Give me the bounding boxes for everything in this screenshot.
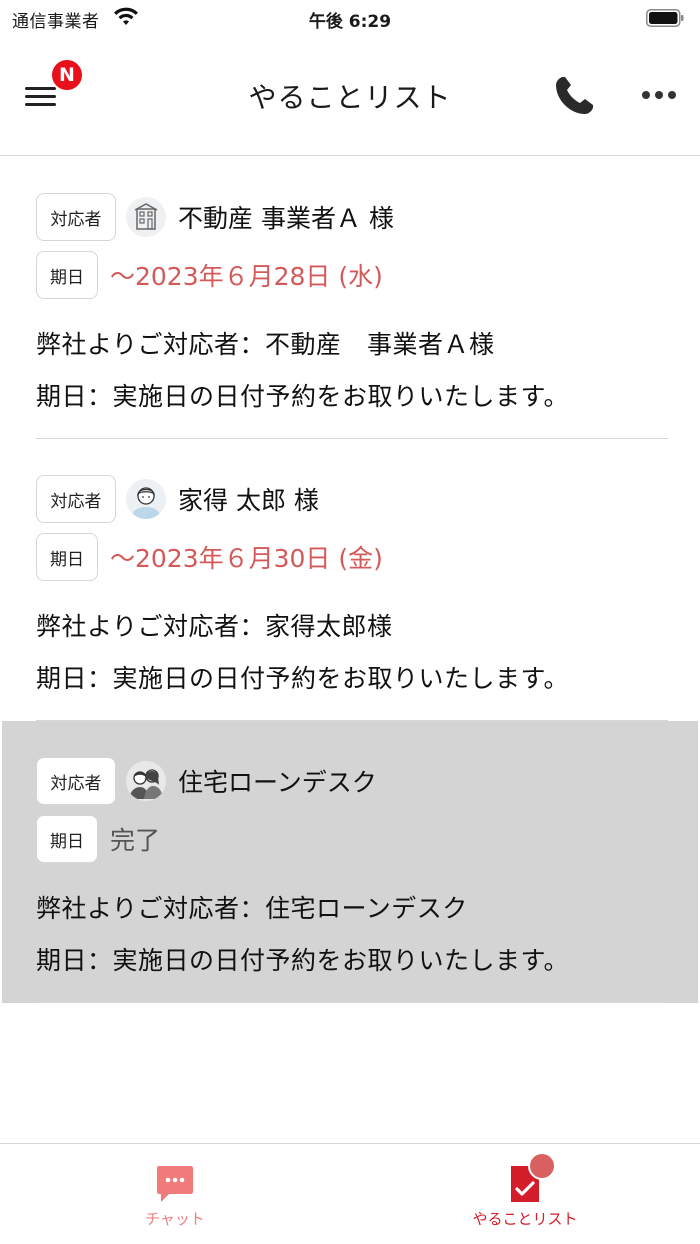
- more-icon: [642, 91, 650, 99]
- status-time: 午後 6:29: [308, 12, 392, 32]
- assignee-name: 不動産 事業者Ａ 様: [178, 204, 394, 233]
- status-bar: 通信事業者 午後 6:29: [0, 0, 700, 36]
- building-icon: [126, 197, 166, 237]
- couple-icon: [126, 761, 166, 801]
- todo-item[interactable]: 対応者 家得 太郎 様 期日 ～2023年６月30日 (金) 弊社よりご対応者：…: [0, 439, 700, 721]
- description-line: 弊社よりご対応者：家得太郎様: [36, 612, 393, 641]
- assignee-name: 家得 太郎 様: [178, 486, 319, 515]
- divider: [36, 1002, 666, 1003]
- assignee-row: 対応者 住宅ローンデスク: [36, 757, 377, 805]
- more-options-button[interactable]: [636, 84, 682, 106]
- tab-bar: チャット やることリスト: [0, 1143, 700, 1244]
- todo-item[interactable]: 対応者 不動産 事業者Ａ 様 期日 ～2023年６月28日 (水) 弊社よりご対…: [0, 157, 700, 439]
- assignee-tag: 対応者: [36, 757, 116, 805]
- todo-list: 対応者 不動産 事業者Ａ 様 期日 ～2023年６月28日 (水) 弊社よりご対…: [0, 157, 700, 1003]
- due-tag: 期日: [36, 533, 98, 581]
- todo-item-completed[interactable]: 対応者 住宅ローンデスク 期日 完了 弊社よりご対応者：住宅ローンデスク 期日：…: [2, 721, 698, 1003]
- due-row: 期日 ～2023年６月30日 (金): [36, 533, 383, 581]
- assignee-tag: 対応者: [36, 193, 116, 241]
- chat-bubble-icon: [157, 1166, 193, 1202]
- assignee-tag: 対応者: [36, 475, 116, 523]
- battery-icon: [646, 9, 684, 27]
- tab-chat-label: チャット: [145, 1210, 205, 1228]
- person-icon: [126, 479, 166, 519]
- tab-todo-list[interactable]: やることリスト: [350, 1144, 700, 1244]
- description-line: 期日：実施日の日付予約をお取りいたします。: [36, 382, 570, 411]
- completed-status: 完了: [110, 826, 161, 855]
- more-icon-dot: [655, 91, 663, 99]
- assignee-row: 対応者 家得 太郎 様: [36, 475, 319, 523]
- due-tag: 期日: [36, 251, 98, 299]
- navigation-bar: N やることリスト: [0, 40, 700, 156]
- tab-todo-list-label: やることリスト: [472, 1210, 578, 1228]
- due-row: 期日 ～2023年６月28日 (水): [36, 251, 383, 299]
- phone-icon[interactable]: [550, 72, 598, 120]
- due-date: ～2023年６月28日 (水): [110, 262, 383, 291]
- assignee-name: 住宅ローンデスク: [178, 768, 377, 797]
- description-line: 弊社よりご対応者：不動産 事業者Ａ様: [36, 330, 495, 359]
- more-icon-dot: [668, 91, 676, 99]
- due-row: 期日 完了: [36, 815, 160, 863]
- tab-notification-badge: [528, 1152, 556, 1180]
- due-tag: 期日: [36, 815, 98, 863]
- description-line: 期日：実施日の日付予約をお取りいたします。: [36, 946, 570, 975]
- assignee-row: 対応者 不動産 事業者Ａ 様: [36, 193, 394, 241]
- due-date: ～2023年６月30日 (金): [110, 544, 383, 573]
- description-line: 弊社よりご対応者：住宅ローンデスク: [36, 894, 468, 923]
- tab-chat[interactable]: チャット: [0, 1144, 350, 1244]
- description-line: 期日：実施日の日付予約をお取りいたします。: [36, 664, 570, 693]
